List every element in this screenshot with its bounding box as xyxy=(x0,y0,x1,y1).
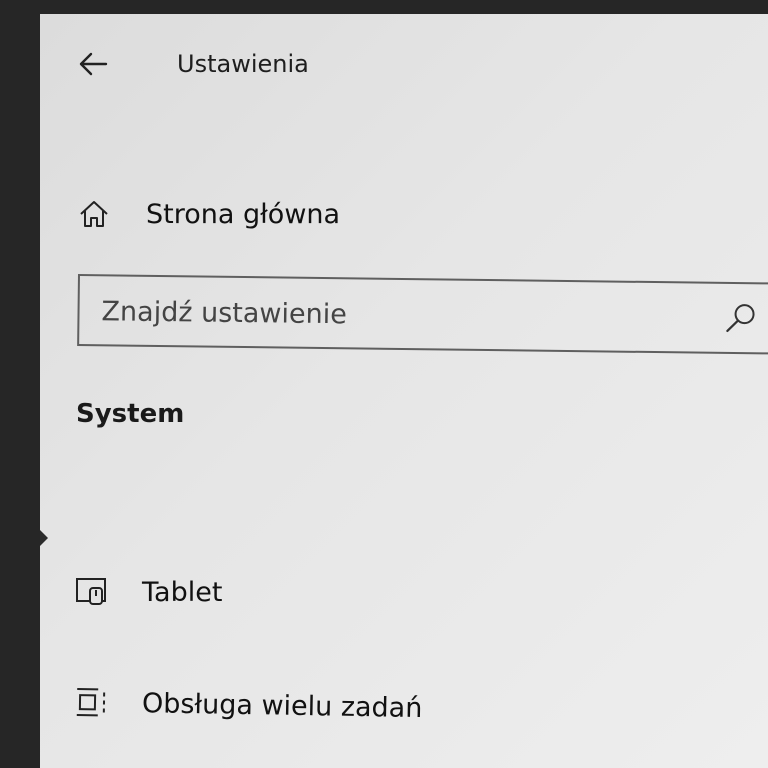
nav-item-tablet[interactable]: Tablet xyxy=(74,562,734,622)
back-button[interactable] xyxy=(70,44,116,84)
search-box[interactable]: Znajdź ustawienie xyxy=(77,274,768,355)
settings-window: Ustawienia Strona główna Znajdź ustawien… xyxy=(40,14,768,768)
title-bar: Ustawienia xyxy=(40,14,768,114)
scroll-indicator xyxy=(40,530,48,546)
back-arrow-icon xyxy=(79,52,108,76)
search-icon[interactable] xyxy=(723,300,759,336)
tablet-icon xyxy=(74,572,110,612)
multitasking-icon xyxy=(74,682,111,723)
search-placeholder: Znajdź ustawienie xyxy=(101,296,347,331)
home-label: Strona główna xyxy=(146,198,341,230)
home-link[interactable]: Strona główna xyxy=(76,184,716,244)
nav-item-multitasking[interactable]: Obsługa wielu zadań xyxy=(73,672,734,744)
nav-item-label: Tablet xyxy=(142,576,223,608)
window-title: Ustawienia xyxy=(177,50,309,78)
nav-item-label: Obsługa wielu zadań xyxy=(141,687,423,724)
section-heading: System xyxy=(76,399,185,429)
home-icon xyxy=(76,196,112,232)
